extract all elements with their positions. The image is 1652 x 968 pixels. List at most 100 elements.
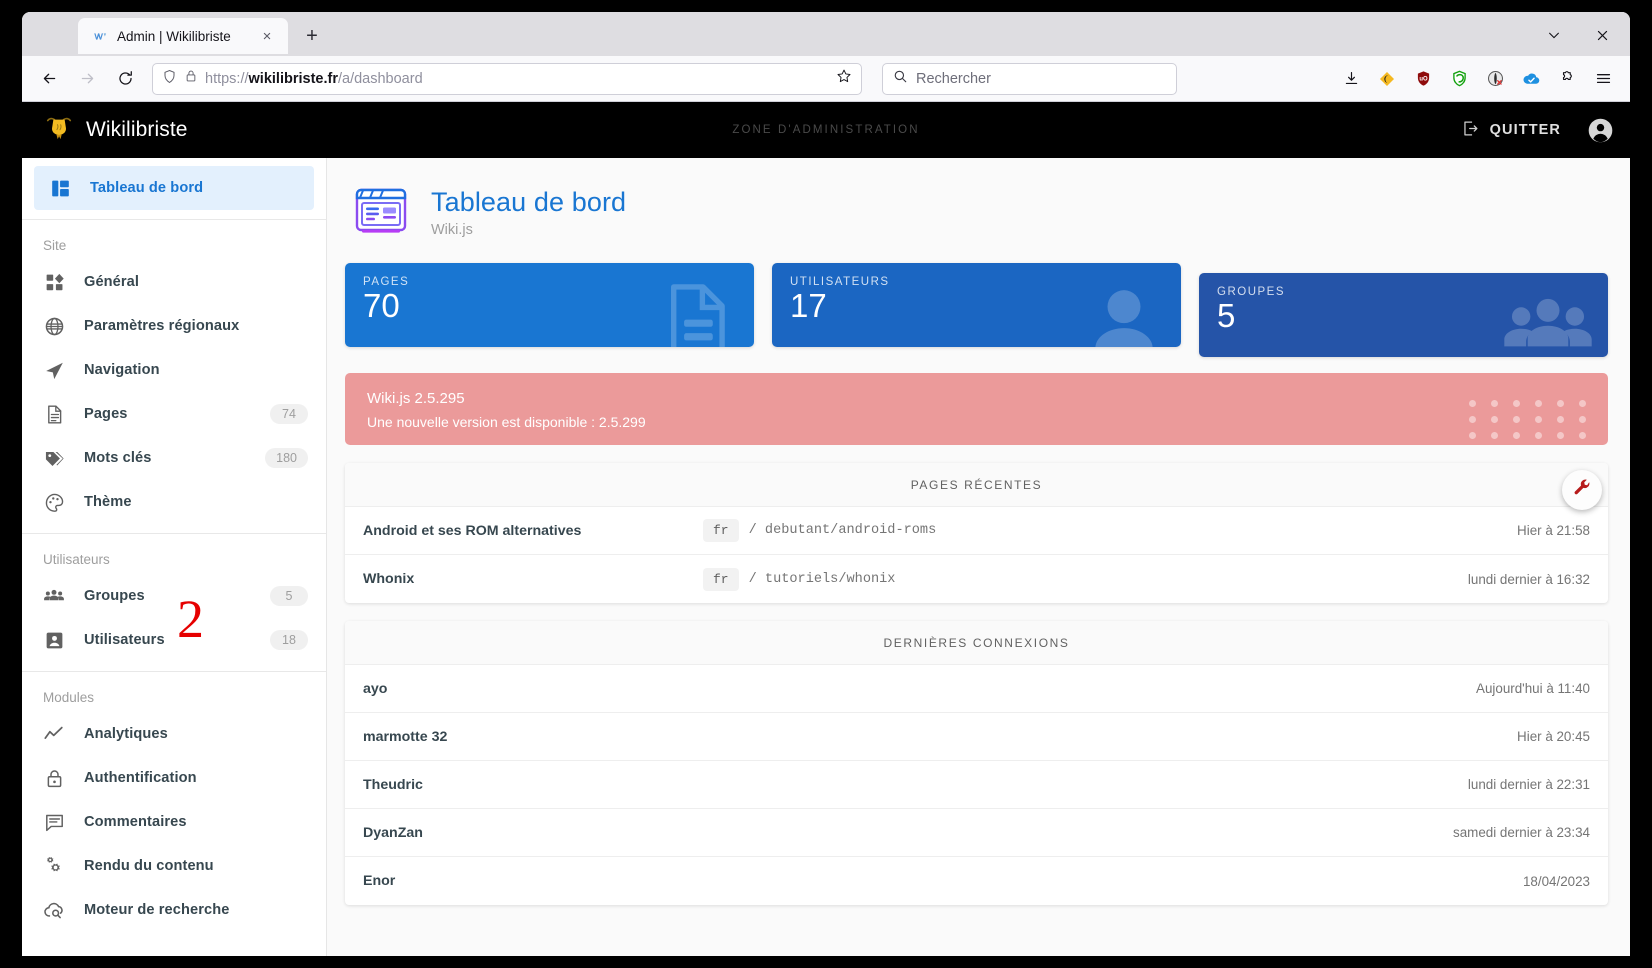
locale-chip: fr — [703, 519, 739, 542]
hamburger-menu-icon[interactable] — [1588, 64, 1618, 94]
page-title: Tableau de bord — [431, 187, 627, 217]
table-row[interactable]: Enor 18/04/2023 — [345, 857, 1608, 905]
sidebar-item-label: Général — [84, 274, 140, 290]
url-text: https://wikilibriste.fr/a/dashboard — [205, 70, 423, 87]
reload-icon[interactable] — [108, 63, 142, 95]
browser-tab[interactable]: Admin | Wikilibriste × — [78, 18, 288, 54]
back-icon[interactable] — [32, 63, 66, 95]
sidebar-item-label: Pages — [84, 406, 128, 422]
login-time-cell: samedi dernier à 23:34 — [1453, 825, 1590, 840]
table-row[interactable]: Theudric lundi dernier à 22:31 — [345, 761, 1608, 809]
dashboard-illustration-icon — [349, 178, 413, 247]
login-time-cell: 18/04/2023 — [1522, 873, 1590, 889]
user-name-cell: Theudric — [363, 776, 423, 793]
sidebar-item-navigation[interactable]: Navigation — [22, 348, 326, 392]
sidebar-item-label: Utilisateurs — [84, 632, 165, 648]
admin-body: Tableau de bord Site Général Paramètres … — [22, 158, 1630, 956]
no-script-icon[interactable] — [1480, 64, 1510, 94]
wrench-fab-button[interactable] — [1562, 470, 1602, 510]
onedrive-icon[interactable] — [1516, 64, 1546, 94]
file-document-icon — [42, 402, 66, 426]
decorative-dots — [1469, 400, 1592, 439]
table-row[interactable]: Whonix fr / tutoriels/whonix lundi derni… — [345, 555, 1608, 603]
close-icon[interactable]: × — [256, 25, 278, 47]
new-tab-button[interactable]: + — [296, 20, 328, 52]
sidebar-item-badge: 5 — [270, 586, 308, 606]
quit-button[interactable]: QUITTER — [1453, 113, 1569, 148]
sidebar-item-theme[interactable]: Thème — [22, 480, 326, 524]
stat-label: UTILISATEURS — [790, 276, 890, 288]
sidebar-item-search-engine[interactable]: Moteur de recherche — [22, 888, 326, 932]
table-row[interactable]: DyanZan samedi dernier à 23:34 — [345, 809, 1608, 857]
sidebar-section-users: Utilisateurs — [43, 552, 110, 567]
ublock-origin-icon[interactable]: uO — [1408, 64, 1438, 94]
privacy-badger-icon[interactable] — [1444, 64, 1474, 94]
stat-card-users[interactable]: UTILISATEURS 17 — [772, 263, 1181, 347]
page-viewport: Wikilibriste ZONE D'ADMINISTRATION QUITT… — [22, 102, 1630, 956]
sidebar-item-pages[interactable]: Pages 74 — [22, 392, 326, 436]
search-placeholder: Rechercher — [916, 70, 991, 87]
sidebar-item-rendering[interactable]: Rendu du contenu — [22, 844, 326, 888]
sidebar-item-badge: 18 — [270, 630, 308, 650]
sidebar-item-users[interactable]: Utilisateurs 18 — [22, 618, 326, 662]
stat-value: 17 — [790, 287, 827, 324]
downloads-icon[interactable] — [1336, 64, 1366, 94]
stat-cards: PAGES 70 UTILISATEURS 17 GROUPES 5 — [345, 263, 1608, 357]
keepa-icon[interactable] — [1372, 64, 1402, 94]
cogs-icon — [42, 854, 66, 878]
page-time-cell: lundi dernier à 16:32 — [1467, 571, 1590, 587]
wikijs-favicon — [92, 28, 108, 44]
exit-icon — [1461, 119, 1480, 142]
login-time-cell: lundi dernier à 22:31 — [1467, 777, 1590, 792]
page-path-cell: / tutoriels/whonix — [748, 571, 896, 587]
minimize-icon[interactable] — [1532, 20, 1576, 50]
stat-card-pages[interactable]: PAGES 70 — [345, 263, 754, 347]
extensions-puzzle-icon[interactable] — [1552, 64, 1582, 94]
sidebar-item-analytics[interactable]: Analytiques — [22, 712, 326, 756]
table-row[interactable]: Android et ses ROM alternatives fr / deb… — [345, 507, 1608, 555]
version-alert-banner: Wiki.js 2.5.295 Une nouvelle version est… — [345, 373, 1608, 445]
sidebar-item-dashboard[interactable]: Tableau de bord — [34, 166, 314, 210]
lock-icon — [184, 69, 198, 88]
stat-value: 5 — [1217, 297, 1236, 334]
tag-icon — [42, 446, 66, 470]
forward-icon[interactable] — [70, 63, 104, 95]
table-row[interactable]: ayo Aujourd'hui à 11:40 — [345, 665, 1608, 713]
table-row[interactable]: marmotte 32 Hier à 20:45 — [345, 713, 1608, 761]
page-title-cell: Whonix — [363, 571, 415, 587]
browser-toolbar: https://wikilibriste.fr/a/dashboard Rech… — [22, 56, 1630, 102]
palette-icon — [42, 490, 66, 514]
login-time-cell: Aujourd'hui à 11:40 — [1476, 681, 1590, 696]
admin-sidebar: Tableau de bord Site Général Paramètres … — [22, 158, 327, 956]
address-bar[interactable]: https://wikilibriste.fr/a/dashboard — [152, 62, 862, 95]
main-content: Tableau de bord Wiki.js PAGES 70 UTILISA… — [327, 158, 1630, 956]
bull-logo-icon — [44, 113, 74, 148]
sidebar-item-tags[interactable]: Mots clés 180 — [22, 436, 326, 480]
sidebar-section-site: Site — [43, 238, 67, 253]
stat-card-groups[interactable]: GROUPES 5 — [1199, 273, 1608, 357]
sidebar-item-badge: 180 — [265, 448, 308, 468]
bookmark-star-icon[interactable] — [836, 68, 852, 89]
admin-app-bar: Wikilibriste ZONE D'ADMINISTRATION QUITT… — [22, 102, 1630, 158]
sidebar-item-groups[interactable]: Groupes 5 — [22, 574, 326, 618]
navigation-arrow-icon — [42, 358, 66, 382]
stat-label: PAGES — [363, 276, 410, 288]
shield-icon[interactable] — [162, 69, 177, 89]
brand[interactable]: Wikilibriste — [44, 113, 188, 148]
sidebar-item-comments[interactable]: Commentaires — [22, 800, 326, 844]
sidebar-item-label: Thème — [84, 494, 132, 510]
account-avatar-button[interactable] — [1587, 117, 1614, 144]
svg-text:uO: uO — [1419, 77, 1428, 83]
window-close-icon[interactable] — [1580, 20, 1624, 50]
sidebar-item-locales[interactable]: Paramètres régionaux — [22, 304, 326, 348]
cloud-search-icon — [42, 898, 66, 922]
sidebar-item-authentication[interactable]: Authentification — [22, 756, 326, 800]
sidebar-item-label: Rendu du contenu — [84, 858, 214, 874]
login-time-cell: Hier à 20:45 — [1517, 729, 1590, 744]
sidebar-item-label: Paramètres régionaux — [84, 318, 240, 334]
stat-value: 70 — [363, 287, 400, 324]
sidebar-item-general[interactable]: Général — [22, 260, 326, 304]
page-time-cell: Hier à 21:58 — [1517, 523, 1590, 538]
search-bar[interactable]: Rechercher — [882, 62, 1177, 95]
window-controls — [1532, 20, 1624, 50]
